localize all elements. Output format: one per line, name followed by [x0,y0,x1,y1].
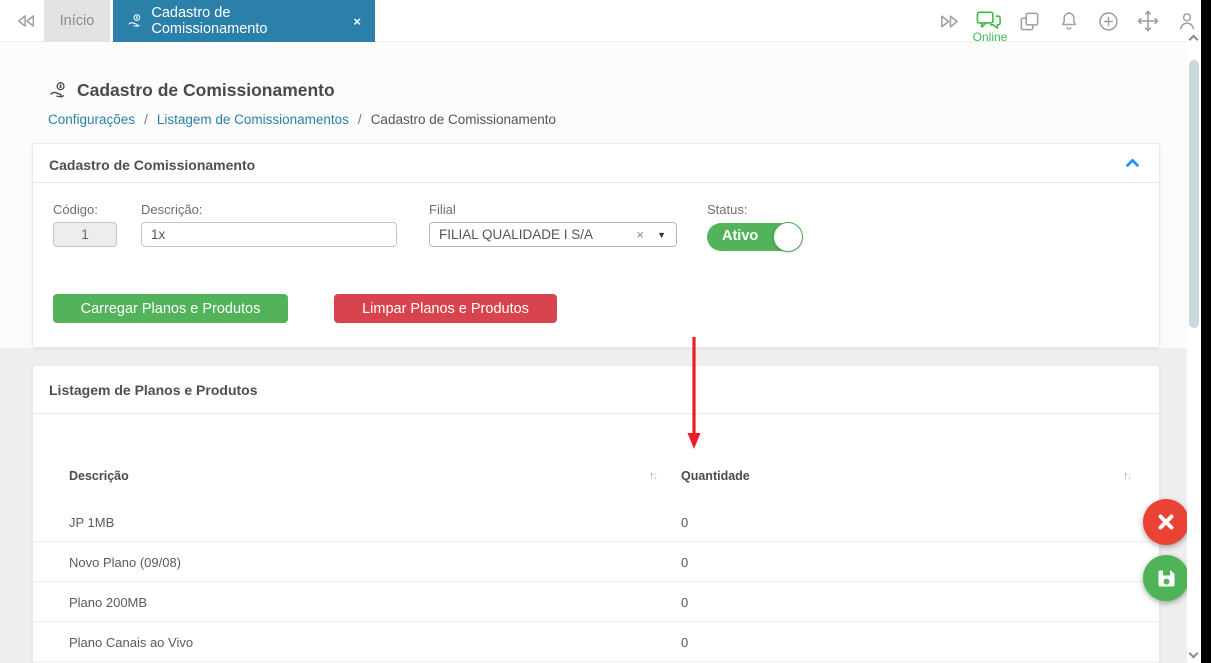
form-card: Cadastro de Comissionamento Código: Desc… [32,143,1160,348]
row-quantidade: 0 [681,635,688,650]
sort-icon[interactable]: ↑↓ [649,470,656,482]
table-row[interactable]: JP 1MB 0 [33,502,1159,542]
sort-icon[interactable]: ↑↓ [1123,470,1130,482]
tab-active-label: Cadastro de Comissionamento [151,5,343,37]
move-arrows-icon [1136,9,1160,33]
scroll-down-icon[interactable] [1189,649,1199,659]
fast-forward-icon [938,10,961,33]
row-quantidade: 0 [681,515,688,530]
rewind-icon [15,10,37,32]
list-card: Listagem de Planos e Produtos Descrição … [32,365,1160,663]
page-title: Cadastro de Comissionamento [48,80,335,101]
page-title-text: Cadastro de Comissionamento [77,80,335,101]
toggle-knob [773,222,803,252]
status-toggle[interactable]: Ativo [707,223,801,251]
list-card-title: Listagem de Planos e Produtos [49,382,258,398]
tab-inicio-label: Início [60,13,95,29]
row-descricao: JP 1MB [69,515,114,530]
form-card-title: Cadastro de Comissionamento [49,157,255,173]
filial-selected-value: FILIAL QUALIDADE I S/A [439,227,593,242]
duplicate-button[interactable] [1016,8,1042,34]
app-window: Início Cadastro de Comissionamento × [0,0,1211,663]
divider [33,182,1159,183]
table-row[interactable]: Plano 200MB 0 [33,582,1159,622]
copy-icon [1018,10,1041,33]
collapse-tabs-button[interactable] [8,0,44,42]
breadcrumb: Configurações / Listagem de Comissioname… [48,112,556,127]
column-header-descricao[interactable]: Descrição [69,469,129,483]
tab-close-icon[interactable]: × [353,14,361,29]
breadcrumb-current: Cadastro de Comissionamento [371,112,556,127]
save-floppy-icon [1154,566,1179,591]
row-descricao: Plano 200MB [69,595,147,610]
cancel-fab-button[interactable] [1143,499,1189,545]
breadcrumb-separator: / [358,112,362,127]
dropdown-caret-icon: ▼ [657,230,666,240]
fast-forward-button[interactable] [936,8,962,34]
table-row[interactable]: Novo Plano (09/08) 0 [33,542,1159,582]
tab-cadastro-comissionamento[interactable]: Cadastro de Comissionamento × [113,0,375,42]
descricao-label: Descrição: [141,202,202,217]
row-quantidade: 0 [681,555,688,570]
table-body: JP 1MB 0 Novo Plano (09/08) 0 Plano 200M… [33,502,1159,662]
descricao-field[interactable] [141,222,397,247]
column-header-quantidade[interactable]: Quantidade [681,469,750,483]
hand-dollar-icon [127,13,143,30]
status-label: Status: [707,202,747,217]
user-icon [1176,10,1198,32]
codigo-label: Código: [53,202,98,217]
online-status-label: Online [963,30,1017,44]
filial-label: Filial [429,202,456,217]
breadcrumb-configuracoes[interactable]: Configurações [48,112,135,127]
divider [33,413,1159,414]
tab-inicio[interactable]: Início [44,0,110,42]
move-button[interactable] [1135,8,1161,34]
codigo-field [53,222,117,247]
limpar-planos-button[interactable]: Limpar Planos e Produtos [334,294,557,323]
bell-icon [1058,10,1080,32]
main-content: Cadastro de Comissionamento Configuraçõe… [0,42,1201,663]
row-quantidade: 0 [681,595,688,610]
table-row[interactable]: Plano Canais ao Vivo 0 [33,622,1159,662]
filial-select[interactable]: FILIAL QUALIDADE I S/A × ▼ [429,222,677,247]
clear-selection-icon[interactable]: × [636,227,644,242]
scrollbar-thumb[interactable] [1189,60,1199,328]
chevron-up-icon [1124,155,1141,170]
hand-dollar-icon [48,81,69,101]
close-icon [1154,510,1178,534]
breadcrumb-separator: / [144,112,148,127]
window-edge [1201,0,1211,663]
row-descricao: Plano Canais ao Vivo [69,635,193,650]
collapse-card-button[interactable] [1124,155,1141,175]
row-descricao: Novo Plano (09/08) [69,555,181,570]
status-toggle-label: Ativo [722,228,758,244]
scroll-up-icon[interactable] [1189,35,1199,45]
add-button[interactable] [1095,8,1121,34]
breadcrumb-listagem[interactable]: Listagem de Comissionamentos [157,112,349,127]
save-fab-button[interactable] [1143,555,1189,601]
plus-circle-icon [1097,10,1120,33]
vertical-scrollbar[interactable] [1187,30,1201,663]
notifications-button[interactable] [1056,8,1082,34]
carregar-planos-button[interactable]: Carregar Planos e Produtos [53,294,288,323]
tab-bar: Início Cadastro de Comissionamento × [0,0,1201,42]
